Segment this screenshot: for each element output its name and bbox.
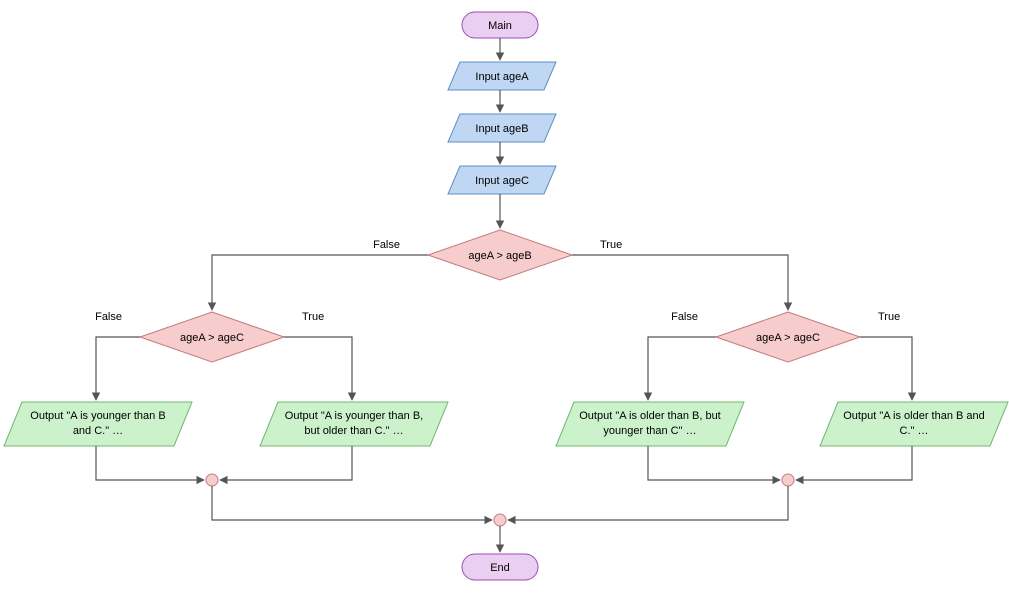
decision-right-ageA-gt-ageC: ageA > ageC: [716, 312, 860, 362]
arrow: [220, 446, 352, 480]
edge-label-false: False: [671, 311, 698, 323]
output-o3-line2: younger than C" …: [603, 425, 696, 437]
output-o1-line2: and C." …: [73, 425, 123, 437]
arrow: [284, 337, 352, 400]
arrow-false-left: [212, 255, 428, 310]
arrow: [860, 337, 912, 400]
output-o3-line1: Output "A is older than B, but: [579, 410, 721, 422]
io-input-ageC: Input ageC: [448, 166, 556, 194]
output-older-b-younger-c: Output "A is older than B, but younger t…: [556, 402, 744, 446]
terminal-end: End: [462, 554, 538, 580]
output-younger-b-and-c: Output "A is younger than B and C." …: [4, 402, 192, 446]
arrow: [96, 446, 204, 480]
arrow: [648, 337, 716, 400]
merge-connector-center: [494, 514, 506, 526]
merge-connector-left: [206, 474, 218, 486]
arrow: [648, 446, 780, 480]
terminal-main-label: Main: [488, 20, 512, 32]
decision-d2L-label: ageA > ageC: [180, 332, 244, 344]
io-input-ageA: Input ageA: [448, 62, 556, 90]
edge-label-false: False: [373, 239, 400, 251]
edge-label-true: True: [302, 311, 324, 323]
output-o4-line1: Output "A is older than B and: [843, 410, 985, 422]
output-o2-line2: but older than C." …: [304, 425, 403, 437]
output-o2-line1: Output "A is younger than B,: [285, 410, 423, 422]
io-input-ageA-label: Input ageA: [475, 71, 529, 83]
decision-ageA-gt-ageB: ageA > ageB: [428, 230, 572, 280]
edge-label-false: False: [95, 311, 122, 323]
terminal-main: Main: [462, 12, 538, 38]
io-input-ageC-label: Input ageC: [475, 175, 529, 187]
output-o4-line2: C." …: [900, 425, 929, 437]
arrow: [96, 337, 140, 400]
output-o1-line1: Output "A is younger than B: [30, 410, 165, 422]
arrow-true-right: [572, 255, 788, 310]
arrow: [212, 486, 492, 520]
decision-left-ageA-gt-ageC: ageA > ageC: [140, 312, 284, 362]
output-older-b-and-c: Output "A is older than B and C." …: [820, 402, 1008, 446]
edge-label-true: True: [878, 311, 900, 323]
decision-d1-label: ageA > ageB: [468, 250, 531, 262]
io-input-ageB-label: Input ageB: [475, 123, 528, 135]
decision-d2R-label: ageA > ageC: [756, 332, 820, 344]
terminal-end-label: End: [490, 562, 510, 574]
merge-connector-right: [782, 474, 794, 486]
arrow: [508, 486, 788, 520]
edge-label-true: True: [600, 239, 622, 251]
output-younger-b-older-c: Output "A is younger than B, but older t…: [260, 402, 448, 446]
arrow: [796, 446, 912, 480]
io-input-ageB: Input ageB: [448, 114, 556, 142]
